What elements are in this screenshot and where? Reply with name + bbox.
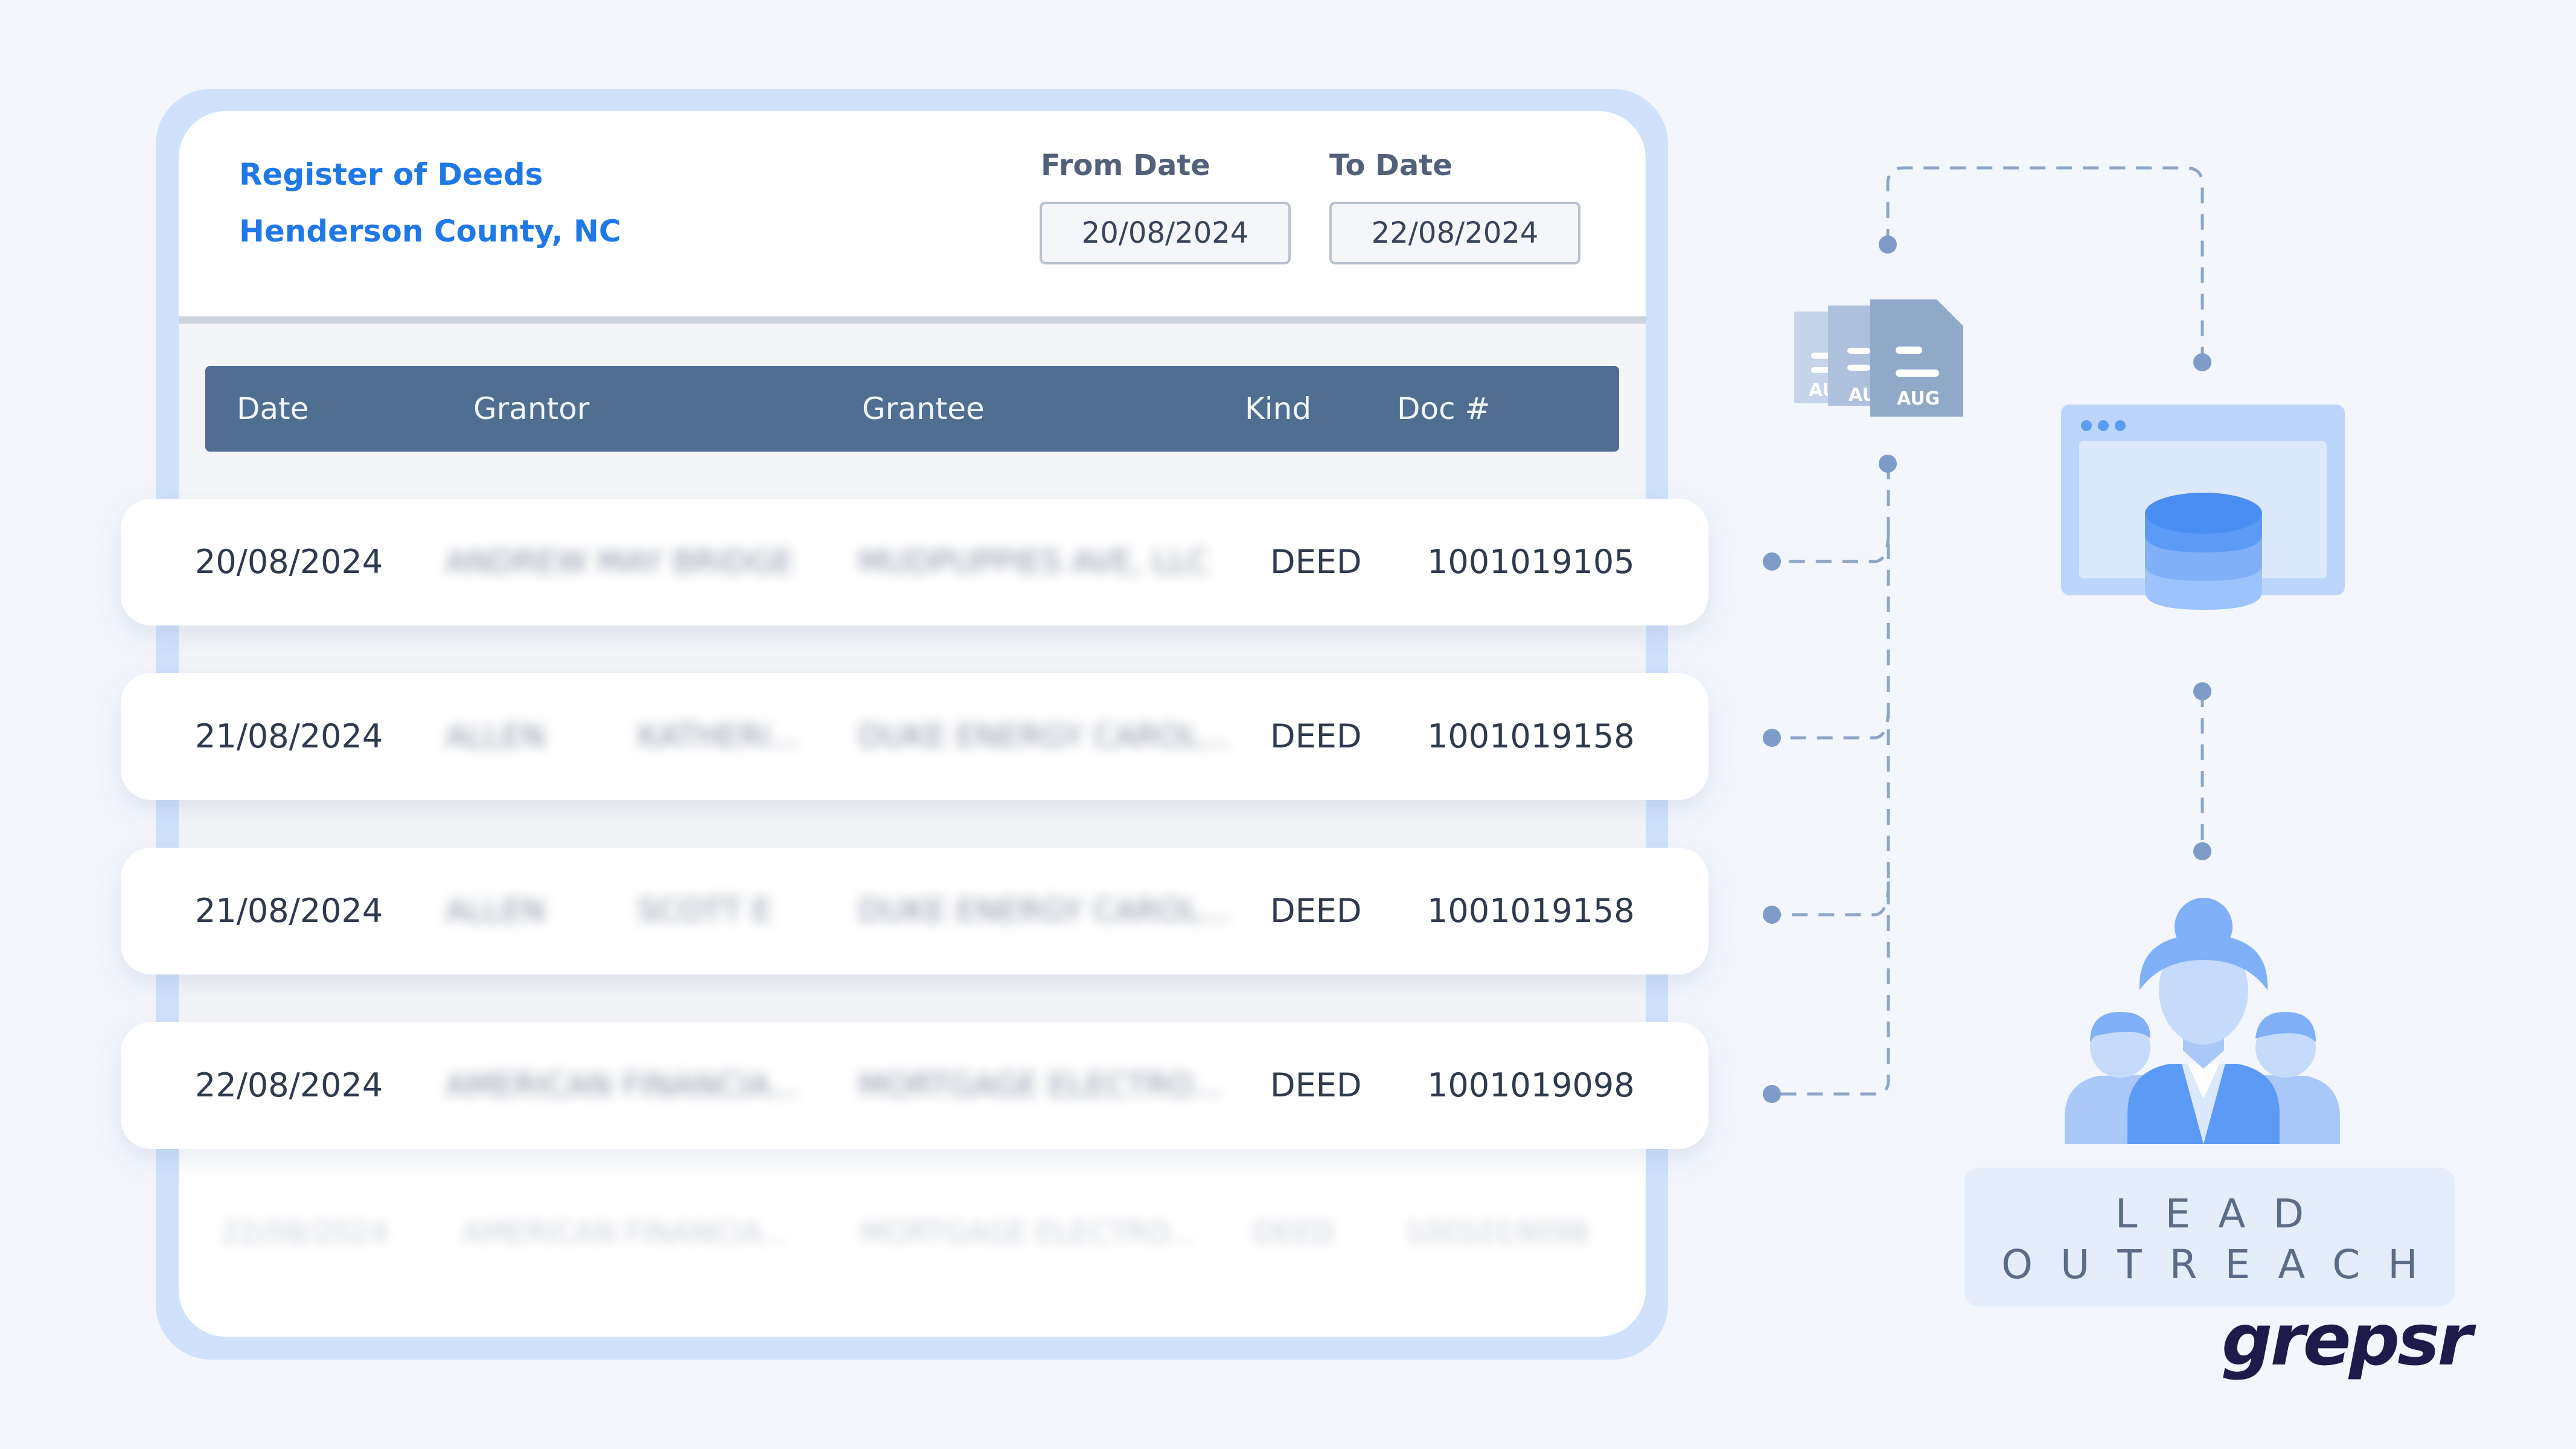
branch-row-1 <box>1772 531 1890 563</box>
branch-row-2 <box>1772 706 1890 740</box>
team-icon <box>2065 898 2340 1144</box>
branch-row-3 <box>1772 881 1890 916</box>
lead-line-2: OUTREACH <box>2001 1241 2446 1288</box>
lead-line-1: LEAD <box>2115 1191 2332 1237</box>
document-stack-icon: AU AU AUG <box>1794 299 1963 417</box>
grepsr-logo: grepsr <box>2222 1298 2473 1381</box>
lead-outreach-badge: LEAD OUTREACH <box>1964 1168 2455 1307</box>
database-browser-icon <box>2061 405 2345 610</box>
doc-label-front: AUG <box>1897 388 1940 409</box>
trunk-connector <box>1772 464 1890 1096</box>
